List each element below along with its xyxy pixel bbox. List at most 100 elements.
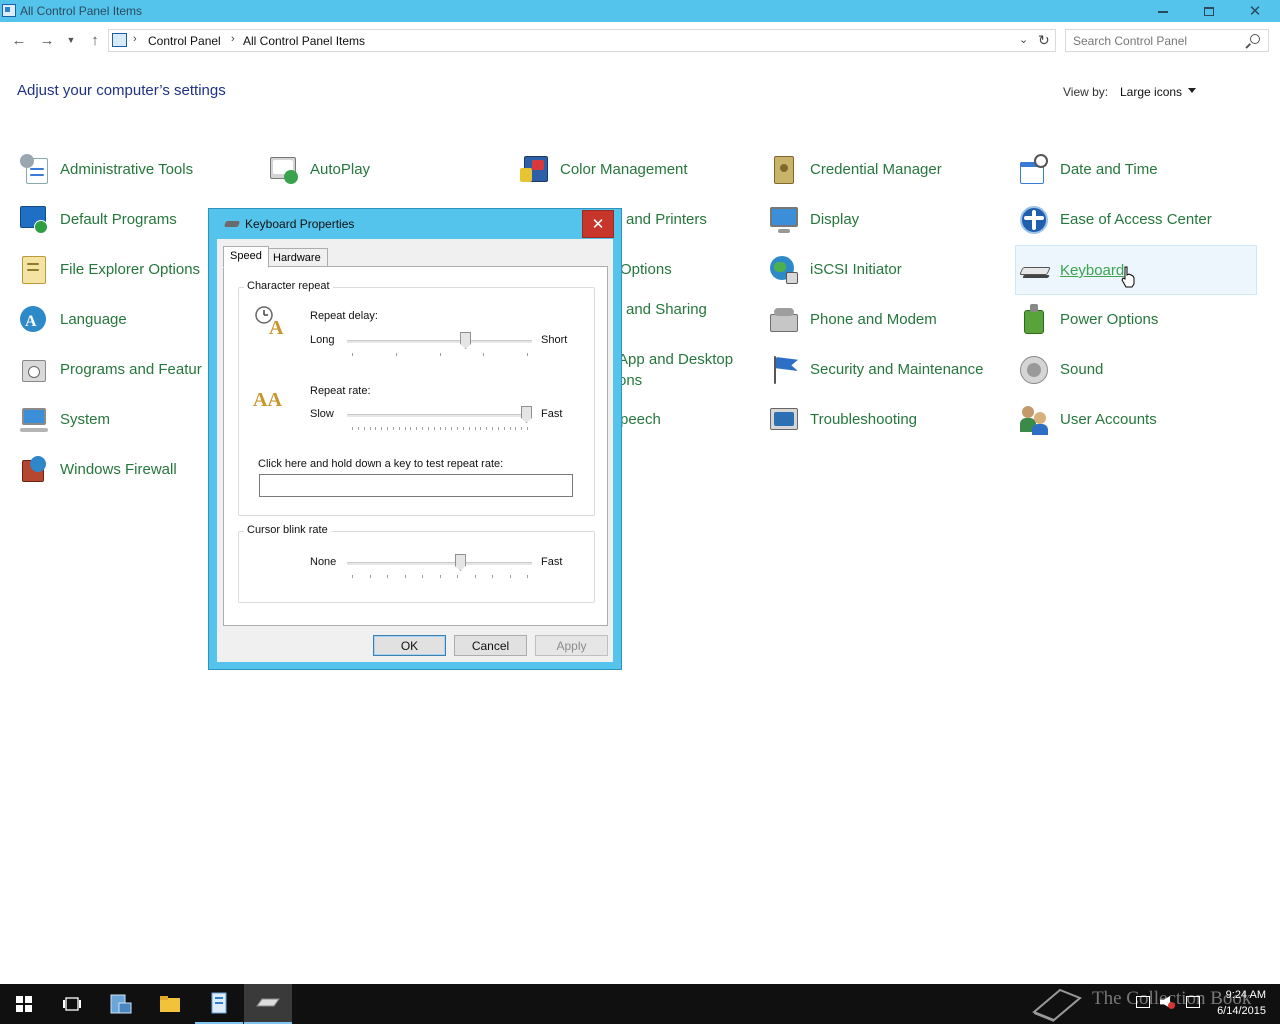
item-label: Language	[60, 311, 127, 328]
item-file-explorer-options[interactable]: File Explorer Options	[16, 245, 206, 295]
item-label-line: App and Desktop	[618, 351, 734, 368]
search-box[interactable]	[1065, 29, 1269, 52]
recent-locations-chevron-icon[interactable]: ▼	[63, 30, 79, 50]
item-label: Sound	[1060, 361, 1104, 378]
action-center-icon[interactable]	[1186, 996, 1200, 1008]
item-date-and-time[interactable]: Date and Time	[1016, 145, 1256, 195]
item-ease-of-access-center[interactable]: Ease of Access Center	[1016, 195, 1256, 245]
file-explorer-options-icon	[18, 254, 50, 286]
window-title: All Control Panel Items	[20, 4, 143, 18]
task-view-button[interactable]	[48, 984, 96, 1024]
slider-thumb[interactable]	[454, 554, 466, 571]
breadcrumb-control-panel[interactable]: Control Panel	[148, 34, 221, 48]
repeat-delay-slider[interactable]	[347, 332, 532, 362]
item-label: iSCSI Initiator	[810, 261, 902, 278]
default-programs-icon	[18, 204, 50, 236]
taskbar: The Collection Book 9:24 AM 6/14/2015	[0, 984, 1280, 1024]
network-icon[interactable]	[1136, 996, 1150, 1008]
item-sound[interactable]: Sound	[1016, 345, 1256, 395]
item-programs-and-features[interactable]: Programs and Featur	[16, 345, 206, 395]
minimize-button[interactable]	[1140, 0, 1186, 22]
clock-date[interactable]: 6/14/2015	[1206, 1005, 1266, 1017]
item-power-options[interactable]: Power Options	[1016, 295, 1256, 345]
item-keyboard[interactable]: Keyboard	[1015, 245, 1257, 295]
search-icon[interactable]	[1250, 34, 1260, 44]
slider-tick	[462, 427, 464, 430]
item-administrative-tools[interactable]: Administrative Tools	[16, 145, 256, 195]
ease-of-access-icon	[1018, 204, 1050, 236]
item-user-accounts[interactable]: User Accounts	[1016, 395, 1256, 445]
address-dropdown-icon[interactable]: ⌄	[1019, 33, 1028, 46]
address-bar[interactable]: › Control Panel › All Control Panel Item…	[108, 29, 1056, 52]
slider-thumb[interactable]	[460, 332, 472, 349]
item-iscsi-initiator[interactable]: iSCSI Initiator	[766, 245, 986, 295]
restore-button[interactable]	[1186, 0, 1232, 22]
item-windows-firewall[interactable]: Windows Firewall	[16, 445, 206, 495]
server-manager-icon	[110, 994, 132, 1014]
item-label: Windows Firewall	[60, 461, 177, 478]
taskbar-file-explorer[interactable]	[146, 984, 194, 1024]
taskbar-keyboard-properties[interactable]	[244, 984, 292, 1024]
repeat-rate-slider[interactable]	[347, 406, 532, 436]
item-phone-and-modem[interactable]: Phone and Modem	[766, 295, 986, 345]
slider-tick	[369, 427, 371, 430]
taskbar-server-manager[interactable]	[97, 984, 145, 1024]
close-button[interactable]: ✕	[1232, 0, 1278, 22]
repeat-delay-icon: A	[255, 306, 284, 336]
troubleshooting-icon	[768, 404, 800, 436]
item-default-programs[interactable]: Default Programs	[16, 195, 206, 245]
test-repeat-input[interactable]	[259, 474, 573, 497]
refresh-icon[interactable]: ↻	[1038, 32, 1050, 49]
slider-tick	[527, 353, 528, 356]
breadcrumb-separator-icon[interactable]: ›	[133, 33, 137, 45]
keyboard-icon	[1018, 255, 1051, 287]
display-icon	[768, 204, 800, 236]
slider-tick	[527, 427, 528, 430]
clock-time[interactable]: 9:24 AM	[1206, 989, 1266, 1001]
forward-icon[interactable]: →	[36, 30, 58, 50]
power-options-icon	[1018, 304, 1050, 336]
up-arrow-icon[interactable]: ↑	[84, 30, 106, 50]
item-autoplay[interactable]: AutoPlay	[266, 145, 466, 195]
slider-tick	[457, 427, 458, 430]
slider-thumb[interactable]	[521, 406, 532, 423]
keyboard-icon	[223, 221, 241, 227]
keyboard-properties-dialog: Keyboard Properties ✕ Speed Hardware Cha…	[208, 208, 622, 670]
item-color-management[interactable]: Color Management	[516, 145, 736, 195]
dropdown-caret-icon[interactable]	[1188, 88, 1196, 93]
item-label: Security and Maintenance	[810, 361, 984, 378]
slider-tick	[398, 427, 400, 430]
slider-tick	[521, 427, 523, 430]
item-credential-manager[interactable]: Credential Manager	[766, 145, 986, 195]
item-security-and-maintenance[interactable]: Security and Maintenance	[766, 345, 1006, 395]
item-troubleshooting[interactable]: Troubleshooting	[766, 395, 986, 445]
item-label: Troubleshooting	[810, 411, 918, 428]
item-label: Programs and Featur	[60, 361, 202, 378]
start-button[interactable]	[0, 984, 48, 1024]
svg-text:AA: AA	[253, 389, 282, 410]
cancel-button[interactable]: Cancel	[454, 635, 527, 656]
tab-speed[interactable]: Speed	[223, 246, 269, 268]
item-label: Date and Time	[1060, 161, 1158, 178]
taskbar-control-panel[interactable]	[195, 984, 243, 1024]
ok-button[interactable]: OK	[373, 635, 446, 656]
back-icon[interactable]: ←	[8, 30, 30, 50]
language-icon: A	[18, 304, 50, 336]
item-language[interactable]: A Language	[16, 295, 206, 345]
slider-tick	[486, 427, 488, 430]
cursor-blink-slider[interactable]	[347, 554, 532, 584]
dialog-close-button[interactable]: ✕	[582, 210, 614, 238]
breadcrumb-all-items[interactable]: All Control Panel Items	[243, 34, 365, 48]
repeat-rate-icon: AA	[253, 389, 282, 410]
item-display[interactable]: Display	[766, 195, 986, 245]
keyboard-icon	[256, 998, 280, 1007]
slider-tick	[357, 427, 359, 430]
view-by-dropdown[interactable]: Large icons	[1120, 85, 1182, 99]
item-system[interactable]: System	[16, 395, 206, 445]
breadcrumb-separator-icon[interactable]: ›	[231, 33, 235, 45]
apply-button[interactable]: Apply	[535, 635, 608, 656]
tab-hardware[interactable]: Hardware	[266, 248, 328, 268]
search-input[interactable]	[1073, 31, 1243, 50]
slider-tick	[427, 427, 429, 430]
slider-tick	[352, 575, 353, 578]
